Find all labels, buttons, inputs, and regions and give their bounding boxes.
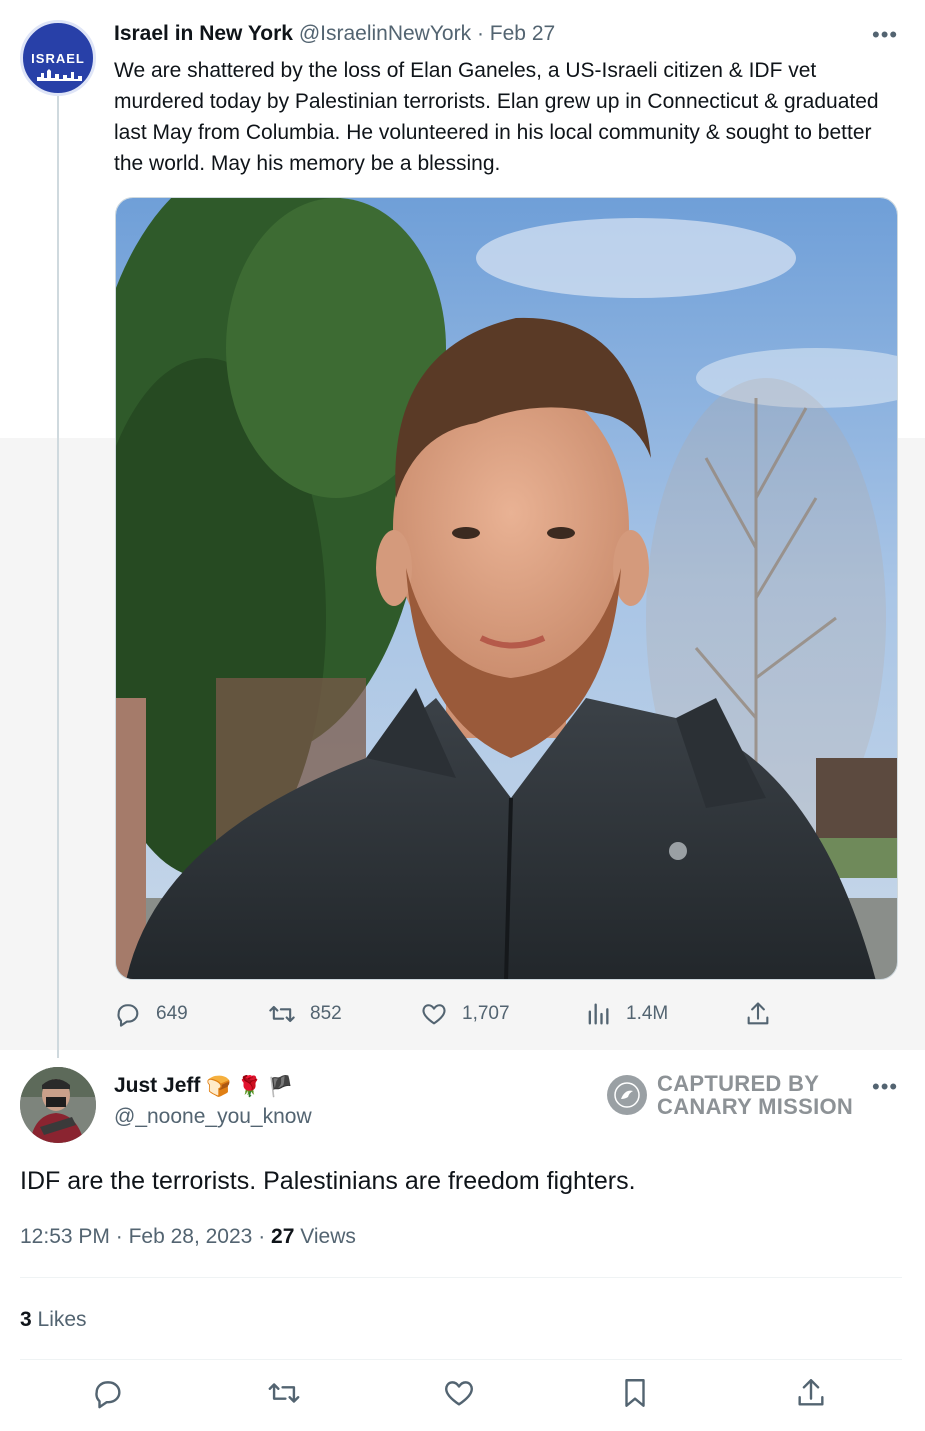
share-icon [747,1002,769,1025]
separator-dot: · [258,1225,266,1248]
tweet-date[interactable]: Feb 28, 2023 [129,1225,253,1248]
rose-emoji-icon: 🌹 [237,1074,263,1098]
watermark-line-1: CAPTURED BY [657,1071,820,1096]
canary-badge-icon [607,1075,647,1115]
tweet-text: We are shattered by the loss of Elan Gan… [114,59,879,175]
reply-button[interactable]: 649 [114,1000,188,1028]
share-icon [798,1379,824,1406]
portrait-photo [116,198,897,979]
like-count: 1,707 [462,1003,510,1024]
reply-author-name-row: Just Jeff 🍞 🌹 🏴 [114,1072,293,1100]
watermark-line-2: CANARY MISSION [657,1094,854,1119]
reply-icon [117,1004,139,1027]
tweet-date[interactable]: Feb 27 [490,22,555,45]
views-icon [588,1003,609,1025]
retweet-button[interactable]: 852 [268,1000,342,1028]
avatar-photo [20,1067,96,1143]
views-button[interactable]: 1.4M [584,1000,668,1028]
tweet-time[interactable]: 12:53 PM [20,1225,110,1248]
avatar[interactable] [20,1067,96,1143]
likes-label: Likes [37,1308,87,1331]
reply-text: IDF are the terrorists. Palestinians are… [20,1167,636,1195]
retweet-icon [269,1005,295,1023]
canary-mission-watermark: CAPTURED BY CANARY MISSION [607,1072,853,1118]
reply-count: 649 [156,1003,188,1024]
more-icon[interactable]: ••• [872,1076,898,1098]
reply-actions [0,1376,925,1416]
divider [20,1359,902,1360]
thread-connector-line [57,96,59,1058]
bookmark-button[interactable] [618,1376,652,1410]
parent-tweet-header: Israel in New York @IsraelinNewYork · Fe… [114,20,555,48]
author-handle[interactable]: @IsraelinNewYork [299,22,471,45]
more-icon[interactable]: ••• [872,24,898,46]
tweet-photo[interactable] [115,197,898,980]
parent-tweet-actions: 649 852 1,707 1.4M [114,1000,794,1034]
bookmark-icon [625,1379,645,1407]
reply-icon [95,1381,121,1409]
views-count: 27 [271,1225,295,1248]
views-count: 1.4M [626,1003,669,1024]
share-button[interactable] [794,1376,828,1410]
author-name[interactable]: Just Jeff [114,1072,200,1100]
like-icon [422,1004,446,1025]
likes-summary[interactable]: 3 Likes [20,1305,87,1335]
skyline-icon [37,69,82,81]
views-label: Views [300,1225,356,1248]
retweet-count: 852 [310,1003,342,1024]
avatar-logo-text: ISRAEL [31,50,85,66]
share-button[interactable] [744,1000,772,1028]
author-name[interactable]: Israel in New York [114,22,293,45]
reply-meta: 12:53 PM · Feb 28, 2023 · 27 Views [20,1222,356,1252]
like-button[interactable] [442,1376,476,1410]
like-icon [445,1381,473,1406]
avatar[interactable]: ISRAEL [20,20,96,96]
retweet-icon [268,1383,300,1403]
author-handle[interactable]: @_noone_you_know [114,1103,312,1131]
black-flag-emoji-icon: 🏴 [268,1074,294,1098]
reply-button[interactable] [91,1376,125,1410]
separator-dot: · [476,22,484,45]
likes-count: 3 [20,1308,32,1331]
retweet-button[interactable] [267,1376,301,1410]
separator-dot: · [115,1225,123,1248]
divider [20,1277,902,1278]
like-button[interactable]: 1,707 [420,1000,510,1028]
bread-emoji-icon: 🍞 [206,1074,232,1098]
